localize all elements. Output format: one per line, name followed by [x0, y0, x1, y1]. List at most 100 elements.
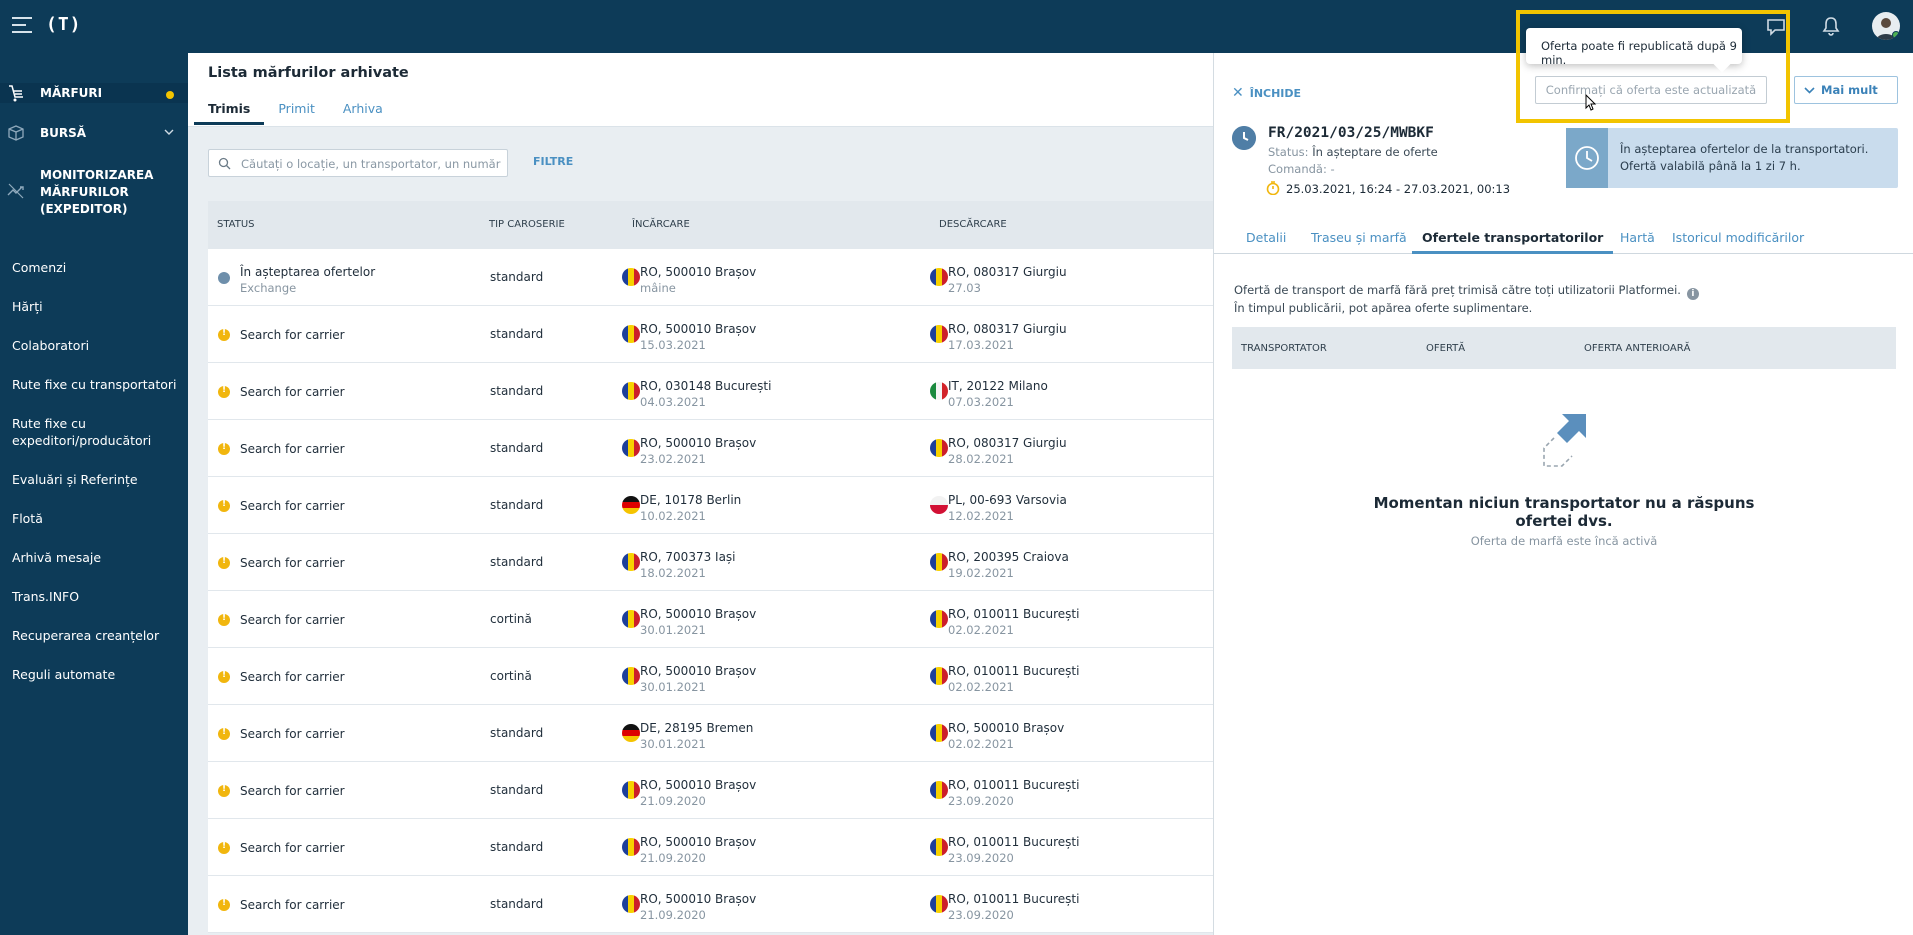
sidebar-item-arhiva-mesaje[interactable]: Arhivă mesaje: [12, 549, 182, 566]
flag-ro-icon: [930, 895, 948, 913]
tab-arhiva[interactable]: Arhiva: [329, 101, 397, 125]
body-type-cell: cortină: [490, 669, 532, 683]
table-row[interactable]: Search for carrier standard RO, 500010 B…: [208, 306, 1213, 363]
page-title: Lista mărfurilor arhivate: [208, 65, 409, 81]
flag-ro-icon: [622, 781, 640, 799]
unloading-cell: PL, 00-693 Varsovia 12.02.2021: [948, 493, 1067, 523]
period: 25.03.2021, 16:24 - 27.03.2021, 00:13: [1286, 182, 1511, 196]
col-unloading[interactable]: DESCĂRCARE: [939, 219, 1007, 230]
col-transportator: TRANSPORTATOR: [1241, 343, 1327, 354]
flag-ro-icon: [622, 610, 640, 628]
table-row[interactable]: În așteptarea ofertelor Exchange standar…: [208, 249, 1213, 306]
col-body[interactable]: TIP CAROSERIE: [489, 219, 565, 230]
flag-ro-icon: [622, 325, 640, 343]
table-header: STATUS TIP CAROSERIE ÎNCĂRCARE DESCĂRCAR…: [208, 201, 1213, 249]
body-type-cell: standard: [490, 270, 544, 284]
flag-ro-icon: [930, 667, 948, 685]
warning-icon: [218, 727, 230, 740]
detail-panel: ✕ ÎNCHIDE Confirmați că oferta este actua…: [1213, 53, 1913, 935]
logo[interactable]: (T): [46, 14, 82, 35]
sidebar-item-reguli[interactable]: Reguli automate: [12, 666, 182, 683]
status-cell: Search for carrier: [240, 670, 345, 684]
tab-detalii[interactable]: Detalii: [1246, 230, 1286, 245]
table-row[interactable]: Search for carrier standard DE, 10178 Be…: [208, 477, 1213, 534]
offers-table-header: TRANSPORTATOR OFERTĂ OFERTA ANTERIOARĂ: [1232, 327, 1896, 369]
search-placeholder: Căutați o locație, un transportator, un …: [241, 157, 503, 171]
unloading-cell: RO, 010011 București 23.09.2020: [948, 778, 1080, 808]
flag-ro-icon: [622, 439, 640, 457]
avatar[interactable]: [1872, 12, 1900, 40]
col-loading[interactable]: ÎNCĂRCARE: [632, 219, 690, 230]
tab-trimis[interactable]: Trimis: [194, 101, 265, 125]
tab-primit[interactable]: Primit: [264, 101, 328, 125]
tab-harta[interactable]: Hartă: [1620, 230, 1655, 245]
body-type-cell: standard: [490, 555, 544, 569]
chat-icon[interactable]: [1764, 14, 1788, 38]
republish-tooltip: Oferta poate fi republicată după 9 min.: [1526, 28, 1742, 67]
sidebar-item-bursa[interactable]: BURSĂ: [0, 123, 188, 143]
chevron-down-icon: [164, 129, 174, 135]
close-icon: ✕: [1232, 85, 1244, 101]
search-input[interactable]: Căutați o locație, un transportator, un …: [208, 149, 508, 177]
table-row[interactable]: Search for carrier standard RO, 700373 I…: [208, 534, 1213, 591]
flag-ro-icon: [930, 553, 948, 571]
unloading-cell: RO, 080317 Giurgiu 17.03.2021: [948, 322, 1067, 352]
table-row[interactable]: Search for carrier standard RO, 500010 B…: [208, 819, 1213, 876]
flag-de-icon: [622, 496, 640, 514]
tab-istoric[interactable]: Istoricul modificărilor: [1672, 230, 1804, 245]
body-type-cell: standard: [490, 726, 544, 740]
chevron-down-icon: [1804, 87, 1815, 94]
sidebar-item-rute-expeditori[interactable]: Rute fixe cu expeditori/producători: [12, 415, 162, 449]
loading-cell: RO, 700373 Iași 18.02.2021: [640, 550, 736, 580]
flag-ro-icon: [930, 439, 948, 457]
flag-ro-icon: [622, 268, 640, 286]
sidebar-item-marfuri[interactable]: MĂRFURI: [0, 83, 188, 103]
status-cell: În așteptarea ofertelor Exchange: [240, 265, 376, 295]
tab-traseu[interactable]: Traseu și marfă: [1311, 230, 1407, 245]
loading-cell: RO, 030148 București 04.03.2021: [640, 379, 772, 409]
table-row[interactable]: Search for carrier cortină RO, 500010 Br…: [208, 648, 1213, 705]
body-type-cell: standard: [490, 783, 544, 797]
warning-icon: [218, 442, 230, 455]
notification-dot: [166, 91, 174, 99]
sidebar-item-evaluari[interactable]: Evaluări și Referințe: [12, 471, 182, 488]
sidebar-item-monitorizare[interactable]: MONITORIZAREA MĂRFURILOR (EXPEDITOR): [0, 165, 188, 219]
sidebar-item-harti[interactable]: Hărți: [12, 298, 182, 315]
search-icon: [218, 157, 231, 170]
confirm-update-button[interactable]: Confirmați că oferta este actualizată: [1535, 76, 1767, 104]
col-status[interactable]: STATUS: [217, 219, 255, 230]
tracking-icon: [7, 183, 24, 199]
table-row[interactable]: Search for carrier cortină RO, 500010 Br…: [208, 591, 1213, 648]
more-button[interactable]: Mai mult: [1794, 76, 1898, 104]
sidebar-item-rute-transportatori[interactable]: Rute fixe cu transportatori: [12, 376, 182, 393]
loading-cell: RO, 500010 Brașov 21.09.2020: [640, 892, 757, 922]
col-oferta: OFERTĂ: [1426, 343, 1466, 354]
bell-icon[interactable]: [1819, 14, 1843, 38]
status-cell: Search for carrier: [240, 841, 345, 855]
table-row[interactable]: Search for carrier standard RO, 030148 B…: [208, 363, 1213, 420]
close-button[interactable]: ✕ ÎNCHIDE: [1232, 85, 1301, 101]
sidebar-item-transinfo[interactable]: Trans.INFO: [12, 588, 182, 605]
loading-cell: RO, 500010 Brașov 21.09.2020: [640, 778, 757, 808]
offer-reference: FR/2021/03/25/MWBKF: [1268, 125, 1434, 141]
unloading-cell: RO, 080317 Giurgiu 27.03: [948, 265, 1067, 295]
menu-icon[interactable]: [12, 17, 32, 33]
filter-button[interactable]: FILTRE: [533, 155, 573, 168]
sidebar-item-colaboratori[interactable]: Colaboratori: [12, 337, 182, 354]
sidebar-item-flota[interactable]: Flotă: [12, 510, 182, 527]
unloading-cell: RO, 010011 București 23.09.2020: [948, 892, 1080, 922]
unloading-cell: RO, 010011 București 23.09.2020: [948, 835, 1080, 865]
info-icon[interactable]: i: [1686, 288, 1699, 300]
tab-oferte[interactable]: Ofertele transportatorilor: [1412, 230, 1614, 254]
status-cell: Search for carrier: [240, 385, 345, 399]
table-row[interactable]: Search for carrier standard RO, 500010 B…: [208, 420, 1213, 477]
flag-ro-icon: [930, 724, 948, 742]
sidebar-item-recuperare[interactable]: Recuperarea creanțelor: [12, 627, 182, 644]
tab-bar: Trimis Primit Arhiva: [194, 101, 397, 125]
table-row[interactable]: Search for carrier standard DE, 28195 Br…: [208, 705, 1213, 762]
sidebar-item-comenzi[interactable]: Comenzi: [12, 259, 182, 276]
flag-de-icon: [622, 724, 640, 742]
table-row[interactable]: Search for carrier standard RO, 500010 B…: [208, 876, 1213, 933]
status-line: Status: În așteptare de oferte: [1268, 145, 1438, 159]
table-row[interactable]: Search for carrier standard RO, 500010 B…: [208, 762, 1213, 819]
